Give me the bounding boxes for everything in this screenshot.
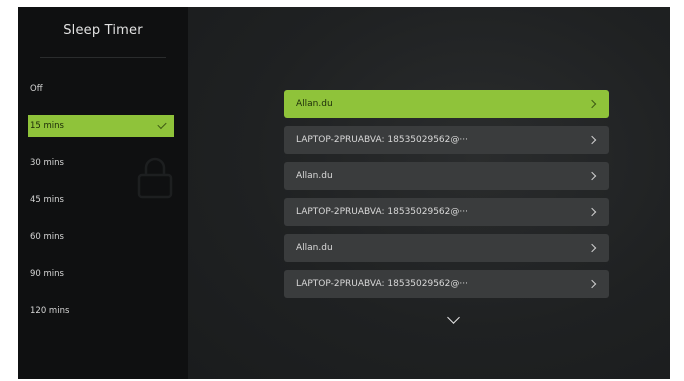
lock-icon — [137, 157, 173, 199]
device-item[interactable]: LAPTOP-2PRUABVA: 18535029562@··· — [284, 198, 609, 226]
device-item[interactable]: Allan.du — [284, 234, 609, 262]
app-frame: Sleep Timer Off 15 mins 30 mins 45 mins … — [18, 7, 670, 379]
device-item[interactable]: Allan.du — [284, 162, 609, 190]
timer-options-list: Off 15 mins 30 mins 45 mins 60 mins 90 m… — [28, 78, 178, 337]
device-panel: Allan.du LAPTOP-2PRUABVA: 18535029562@··… — [188, 7, 670, 379]
timer-option-label: 30 mins — [30, 158, 64, 168]
device-list: Allan.du LAPTOP-2PRUABVA: 18535029562@··… — [284, 90, 609, 306]
device-item[interactable]: LAPTOP-2PRUABVA: 18535029562@··· — [284, 126, 609, 154]
chevron-down-icon[interactable] — [447, 311, 460, 324]
device-item[interactable]: LAPTOP-2PRUABVA: 18535029562@··· — [284, 270, 609, 298]
timer-option-label: 120 mins — [30, 306, 70, 316]
chevron-right-icon — [587, 171, 597, 181]
sidebar-title: Sleep Timer — [63, 23, 143, 38]
chevron-right-icon — [587, 243, 597, 253]
timer-option-90-mins[interactable]: 90 mins — [28, 263, 178, 285]
chevron-right-icon — [587, 279, 597, 289]
chevron-right-icon — [587, 207, 597, 217]
timer-option-15-mins[interactable]: 15 mins — [28, 115, 174, 137]
timer-option-label: 60 mins — [30, 232, 64, 242]
device-label: Allan.du — [296, 243, 333, 253]
sleep-timer-sidebar: Sleep Timer Off 15 mins 30 mins 45 mins … — [18, 7, 188, 379]
device-label: LAPTOP-2PRUABVA: 18535029562@··· — [296, 135, 468, 145]
device-label: LAPTOP-2PRUABVA: 18535029562@··· — [296, 207, 468, 217]
timer-option-label: Off — [30, 84, 43, 94]
device-item[interactable]: Allan.du — [284, 90, 609, 118]
sidebar-divider — [40, 57, 166, 58]
check-icon — [157, 119, 167, 130]
device-label: LAPTOP-2PRUABVA: 18535029562@··· — [296, 279, 468, 289]
chevron-right-icon — [587, 99, 597, 109]
timer-option-label: 15 mins — [30, 121, 64, 131]
timer-option-60-mins[interactable]: 60 mins — [28, 226, 178, 248]
timer-option-off[interactable]: Off — [28, 78, 178, 100]
device-label: Allan.du — [296, 171, 333, 181]
timer-option-label: 45 mins — [30, 195, 64, 205]
device-label: Allan.du — [296, 99, 333, 109]
timer-option-label: 90 mins — [30, 269, 64, 279]
timer-option-120-mins[interactable]: 120 mins — [28, 300, 178, 322]
chevron-right-icon — [587, 135, 597, 145]
